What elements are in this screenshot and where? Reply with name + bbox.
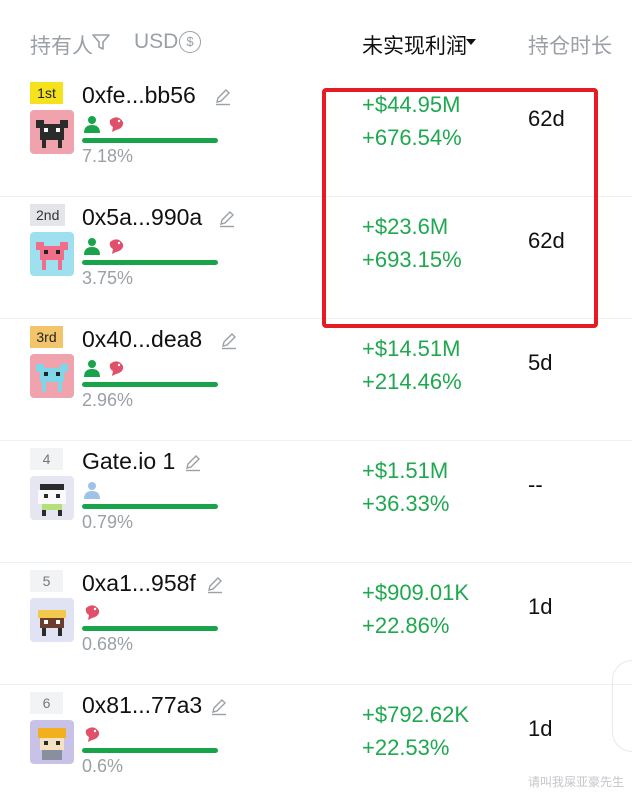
table-row[interactable]: 3rd 0x40...dea8 2.96% +$14.51M +214.46% … bbox=[0, 318, 632, 441]
holder-person-icon bbox=[84, 116, 100, 133]
pnl-percent: +214.46% bbox=[362, 369, 462, 394]
edit-icon[interactable] bbox=[184, 454, 202, 472]
avatar bbox=[30, 598, 74, 642]
holding-percent: 2.96% bbox=[82, 390, 134, 410]
holding-percent: 0.68% bbox=[82, 634, 134, 654]
rank-badge: 4 bbox=[30, 448, 63, 470]
avatar bbox=[30, 476, 74, 520]
unrealized-pnl: +$909.01K +22.86% bbox=[362, 576, 469, 642]
avatar bbox=[30, 110, 74, 154]
currency-toggle[interactable]: USD bbox=[134, 30, 178, 54]
unrealized-pnl: +$14.51M +214.46% bbox=[362, 332, 462, 398]
holding-bar bbox=[82, 260, 218, 265]
holding-percent: 3.75% bbox=[82, 268, 134, 288]
pnl-percent: +22.86% bbox=[362, 613, 450, 638]
shrimp-icon bbox=[85, 727, 100, 742]
shrimp-icon bbox=[109, 361, 124, 376]
holding-bar bbox=[82, 626, 218, 631]
holder-address[interactable]: 0x40...dea8 bbox=[82, 326, 202, 353]
pnl-percent: +22.53% bbox=[362, 735, 450, 760]
shrimp-icon bbox=[109, 117, 124, 132]
edit-icon[interactable] bbox=[210, 698, 228, 716]
edit-icon[interactable] bbox=[214, 88, 232, 106]
holding-duration: -- bbox=[528, 472, 543, 497]
table-row[interactable]: 4 Gate.io 1 0.79% +$1.51M +36.33% -- bbox=[0, 440, 632, 563]
shrimp-icon bbox=[109, 239, 124, 254]
pnl-percent: +36.33% bbox=[362, 491, 450, 516]
edit-icon[interactable] bbox=[218, 210, 236, 228]
pnl-amount: +$14.51M bbox=[362, 336, 461, 361]
holding-bar bbox=[82, 138, 218, 143]
holding-bar bbox=[82, 504, 218, 509]
pnl-column-header[interactable]: 未实现利润 bbox=[362, 30, 467, 60]
watermark: 请叫我屎亚豪先生 bbox=[527, 775, 624, 789]
duration-column-header[interactable]: 持仓时长 bbox=[528, 30, 612, 60]
avatar bbox=[30, 354, 74, 398]
holder-person-icon bbox=[84, 238, 100, 255]
holder-person-icon bbox=[84, 360, 100, 377]
holding-bar bbox=[82, 748, 218, 753]
holding-duration: 5d bbox=[528, 350, 553, 375]
holding-duration: 1d bbox=[528, 594, 553, 619]
unrealized-pnl: +$1.51M +36.33% bbox=[362, 454, 449, 520]
avatar bbox=[30, 720, 74, 764]
holder-column-header[interactable]: 持有人 bbox=[30, 30, 93, 60]
rank-badge: 1st bbox=[30, 82, 63, 104]
holding-percent: 0.79% bbox=[82, 512, 134, 532]
rank-badge: 3rd bbox=[30, 326, 63, 348]
side-handle[interactable] bbox=[612, 660, 632, 752]
table-row[interactable]: 5 0xa1...958f 0.68% +$909.01K +22.86% 1d bbox=[0, 562, 632, 685]
highlight-box bbox=[322, 88, 598, 328]
rank-badge: 6 bbox=[30, 692, 63, 714]
edit-icon[interactable] bbox=[206, 576, 224, 594]
holding-percent: 0.6% bbox=[82, 756, 124, 776]
holding-bar bbox=[82, 382, 218, 387]
holder-address[interactable]: 0x5a...990a bbox=[82, 204, 202, 231]
holding-percent: 7.18% bbox=[82, 146, 134, 166]
rank-badge: 2nd bbox=[30, 204, 66, 226]
avatar bbox=[30, 232, 74, 276]
shrimp-icon bbox=[85, 605, 100, 620]
holder-address[interactable]: Gate.io 1 bbox=[82, 448, 175, 475]
currency-switch-icon[interactable]: $ bbox=[179, 31, 201, 53]
holder-address[interactable]: 0xfe...bb56 bbox=[82, 82, 196, 109]
rank-badge: 5 bbox=[30, 570, 63, 592]
pnl-amount: +$1.51M bbox=[362, 458, 449, 483]
pnl-amount: +$792.62K bbox=[362, 702, 470, 727]
filter-icon[interactable] bbox=[90, 31, 112, 53]
table-header: 持有人 USD $ 未实现利润 持仓时长 bbox=[0, 0, 632, 78]
sort-desc-icon[interactable] bbox=[466, 39, 476, 45]
holder-address[interactable]: 0x81...77a3 bbox=[82, 692, 202, 719]
edit-icon[interactable] bbox=[220, 332, 238, 350]
pnl-amount: +$909.01K bbox=[362, 580, 470, 605]
unrealized-pnl: +$792.62K +22.53% bbox=[362, 698, 469, 764]
holder-person-icon bbox=[84, 482, 100, 499]
holding-duration: 1d bbox=[528, 716, 553, 741]
holder-address[interactable]: 0xa1...958f bbox=[82, 570, 196, 597]
